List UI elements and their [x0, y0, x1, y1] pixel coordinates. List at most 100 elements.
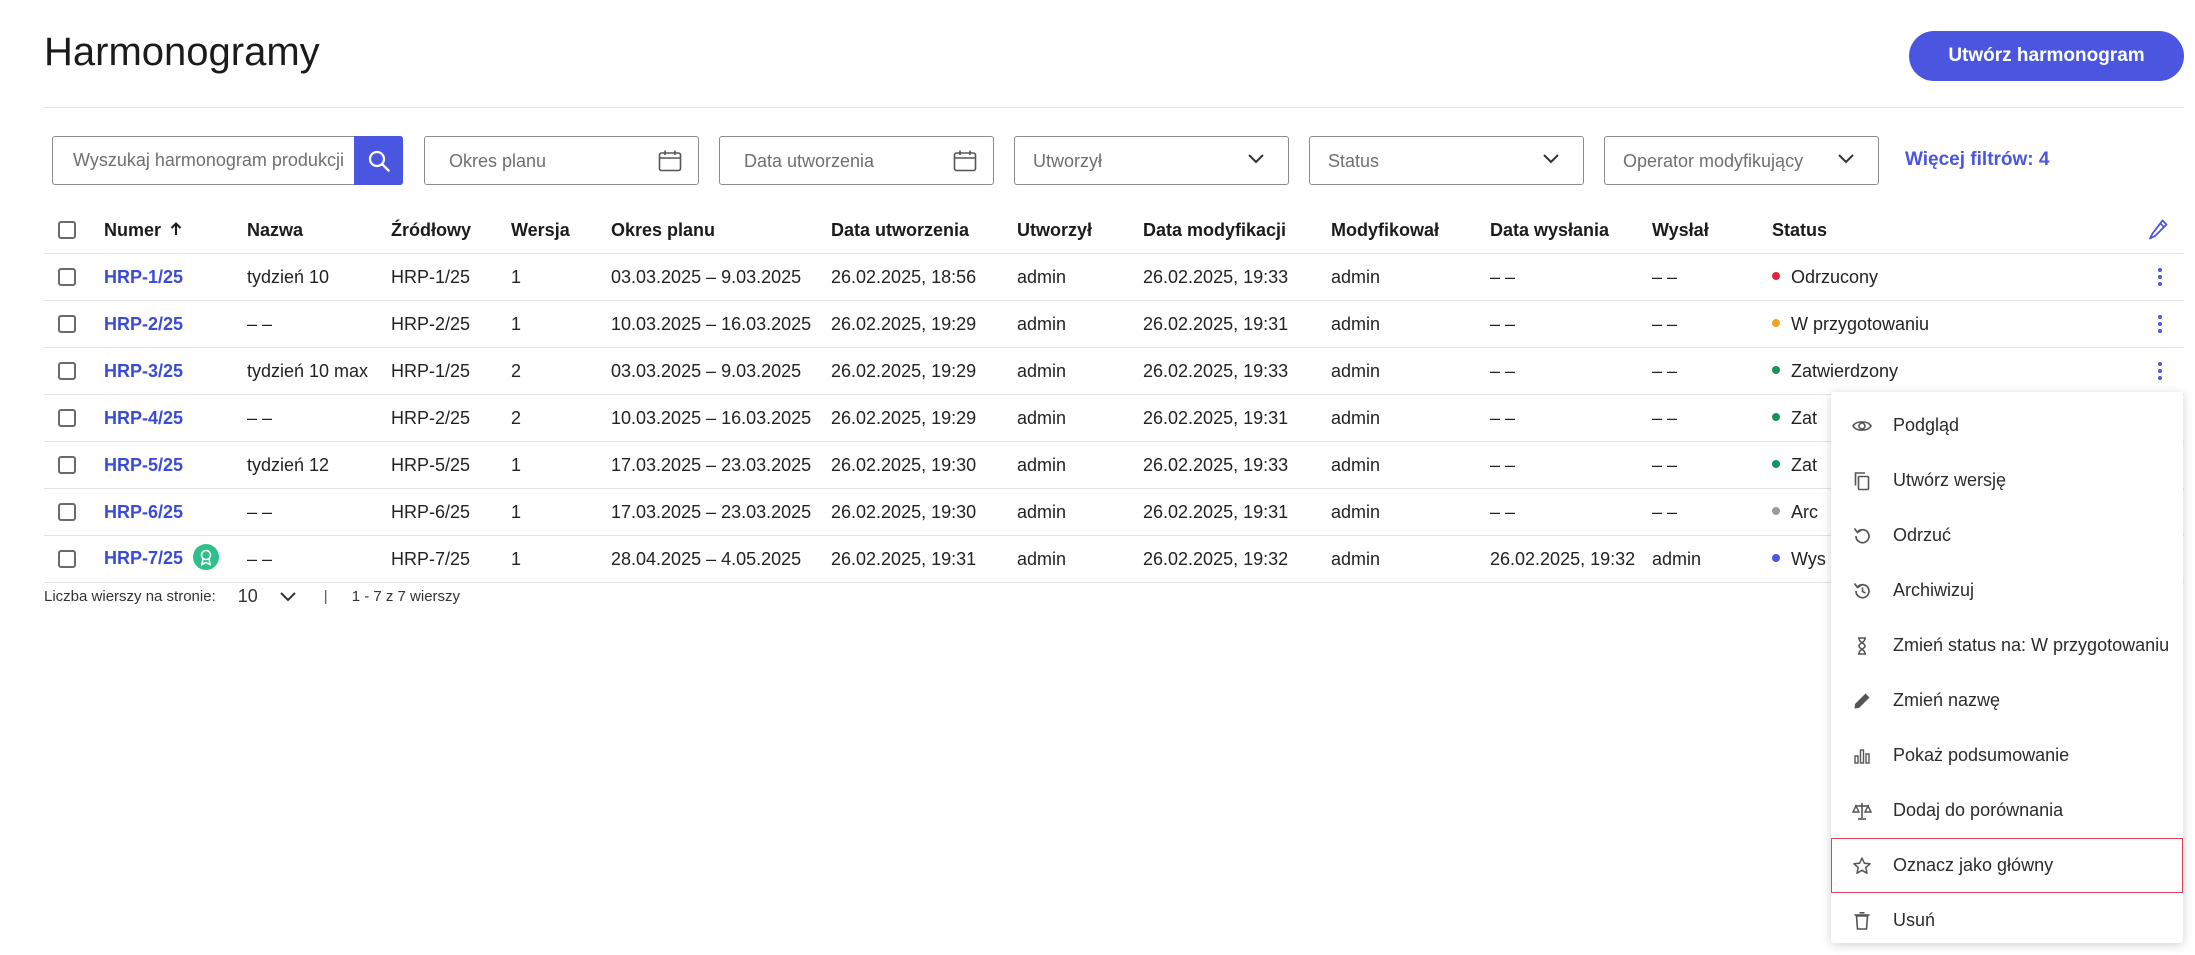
column-header-created-by[interactable]: Utworzył [1017, 207, 1143, 254]
main-schedule-badge [193, 544, 220, 570]
column-header-status[interactable]: Status [1772, 207, 1992, 254]
row-checkbox[interactable] [58, 268, 76, 286]
cell-sent-by: – – [1652, 488, 1772, 536]
menu-item[interactable]: Oznacz jako główny [1831, 838, 2183, 893]
cell-plan-period: 17.03.2025 – 23.03.2025 [611, 441, 831, 489]
menu-item[interactable]: Odrzuć [1831, 508, 2183, 563]
column-header-modified-by[interactable]: Modyfikował [1331, 207, 1490, 254]
column-header-created[interactable]: Data utworzenia [831, 207, 1017, 254]
table-row[interactable]: HRP-2/25– – HRP-2/25 1 10.03.2025 – 16.03.2… [44, 300, 2184, 348]
created-date-label: Data utworzenia [744, 151, 875, 171]
cell-status: Zatwierdzony [1772, 347, 1992, 395]
cell-number: HRP-6/25 [104, 488, 247, 536]
schedule-link[interactable]: HRP-7/25 [104, 548, 183, 568]
row-checkbox[interactable] [58, 409, 76, 427]
cell-plan-period: 10.03.2025 – 16.03.2025 [611, 394, 831, 442]
search-input[interactable] [53, 137, 373, 184]
column-header-number[interactable]: Numer [104, 207, 247, 254]
plan-period-filter[interactable]: Okres planu [424, 136, 699, 185]
cell-created: 26.02.2025, 19:30 [831, 441, 1017, 489]
copy-icon [1852, 471, 1872, 491]
menu-item-label: Podgląd [1893, 415, 1960, 435]
schedule-link[interactable]: HRP-3/25 [104, 361, 183, 381]
schedule-link[interactable]: HRP-4/25 [104, 408, 183, 428]
table-row[interactable]: HRP-3/25 tydzień 10 max HRP-1/25 2 03.03.202… [44, 347, 2184, 395]
bar-chart-icon [1852, 746, 1872, 766]
cell-version: 1 [511, 300, 611, 348]
column-header-name[interactable]: Nazwa [247, 207, 391, 254]
row-checkbox[interactable] [58, 503, 76, 521]
edit-columns-cell [1992, 207, 2184, 254]
row-actions-kebab-icon[interactable] [2156, 315, 2164, 333]
star-icon [1852, 856, 1872, 876]
column-header-sent[interactable]: Data wysłania [1490, 207, 1652, 254]
status-dot [1772, 553, 1780, 562]
cell-status: Odrzucony [1772, 253, 1992, 301]
chevron-down-icon [280, 591, 296, 601]
row-select-cell [44, 347, 104, 395]
column-header-source[interactable]: Źródłowy [391, 207, 511, 254]
cell-sent-by: – – [1652, 441, 1772, 489]
menu-item[interactable]: Dodaj do porównania [1831, 783, 2183, 838]
cell-sent: – – [1490, 347, 1652, 395]
row-actions-kebab-icon[interactable] [2156, 268, 2164, 286]
row-checkbox[interactable] [58, 315, 76, 333]
cell-name: tydzień 10 [247, 253, 391, 301]
cell-sent-by: admin [1652, 535, 1772, 583]
created-by-label: Utworzył [1033, 151, 1103, 171]
status-dot [1772, 459, 1780, 468]
status-label: Zatwierdzony [1791, 360, 1899, 381]
cell-modified-by: admin [1331, 488, 1490, 536]
row-checkbox[interactable] [58, 456, 76, 474]
row-checkbox[interactable] [58, 362, 76, 380]
rows-per-page-select[interactable]: 10 [238, 586, 296, 607]
menu-item[interactable]: Usuń [1831, 893, 2183, 948]
schedule-link[interactable]: HRP-6/25 [104, 502, 183, 522]
select-all-checkbox[interactable] [58, 221, 76, 239]
column-header-modified[interactable]: Data modyfikacji [1143, 207, 1331, 254]
menu-item[interactable]: Pokaż podsumowanie [1831, 728, 2183, 783]
menu-item[interactable]: Zmień nazwę [1831, 673, 2183, 728]
cell-actions [1992, 300, 2184, 348]
column-header-plan-period[interactable]: Okres planu [611, 207, 831, 254]
menu-item[interactable]: Utwórz wersję [1831, 453, 2183, 508]
cell-number: HRP-5/25 [104, 441, 247, 489]
schedule-link[interactable]: HRP-1/25 [104, 267, 183, 287]
cell-sent: – – [1490, 488, 1652, 536]
schedule-link[interactable]: HRP-2/25 [104, 314, 183, 334]
cell-version: 1 [511, 535, 611, 583]
cell-modified: 26.02.2025, 19:33 [1143, 347, 1331, 395]
column-header-sent-by[interactable]: Wysłał [1652, 207, 1772, 254]
schedule-link[interactable]: HRP-5/25 [104, 455, 183, 475]
row-checkbox[interactable] [58, 550, 76, 568]
cell-name: – – [247, 488, 391, 536]
cell-sent: – – [1490, 441, 1652, 489]
created-date-filter[interactable]: Data utworzenia [719, 136, 994, 185]
cell-version: 2 [511, 347, 611, 395]
pencil-icon[interactable] [2148, 219, 2168, 241]
table-row[interactable]: HRP-1/25 tydzień 10 HRP-1/25 1 03.03.2025 – … [44, 253, 2184, 301]
status-label: Zat [1791, 454, 1818, 475]
operator-filter[interactable]: Operator modyfikujący [1604, 136, 1879, 185]
status-label: Wys [1791, 548, 1826, 569]
chevron-down-icon [1838, 154, 1854, 164]
search-button[interactable] [354, 136, 403, 185]
row-actions-kebab-icon[interactable] [2156, 362, 2164, 380]
menu-item[interactable]: Podgląd [1831, 398, 2183, 453]
undo-icon [1852, 526, 1872, 546]
cell-created: 26.02.2025, 19:30 [831, 488, 1017, 536]
create-schedule-button[interactable]: Utwórz harmonogram [1909, 31, 2184, 81]
status-filter[interactable]: Status [1309, 136, 1584, 185]
created-by-filter[interactable]: Utworzył [1014, 136, 1289, 185]
cell-modified-by: admin [1331, 441, 1490, 489]
menu-item-label: Usuń [1893, 910, 1936, 930]
cell-created-by: admin [1017, 300, 1143, 348]
menu-item[interactable]: Zmień status na: W przygotowaniu [1831, 618, 2183, 673]
row-select-cell [44, 253, 104, 301]
row-select-cell [44, 488, 104, 536]
menu-item-label: Utwórz wersję [1893, 470, 2007, 490]
menu-item[interactable]: Archiwizuj [1831, 563, 2183, 618]
more-filters-link[interactable]: Więcej filtrów: 4 [1905, 149, 2049, 171]
column-header-version[interactable]: Wersja [511, 207, 611, 254]
status-label: Odrzucony [1791, 266, 1879, 287]
